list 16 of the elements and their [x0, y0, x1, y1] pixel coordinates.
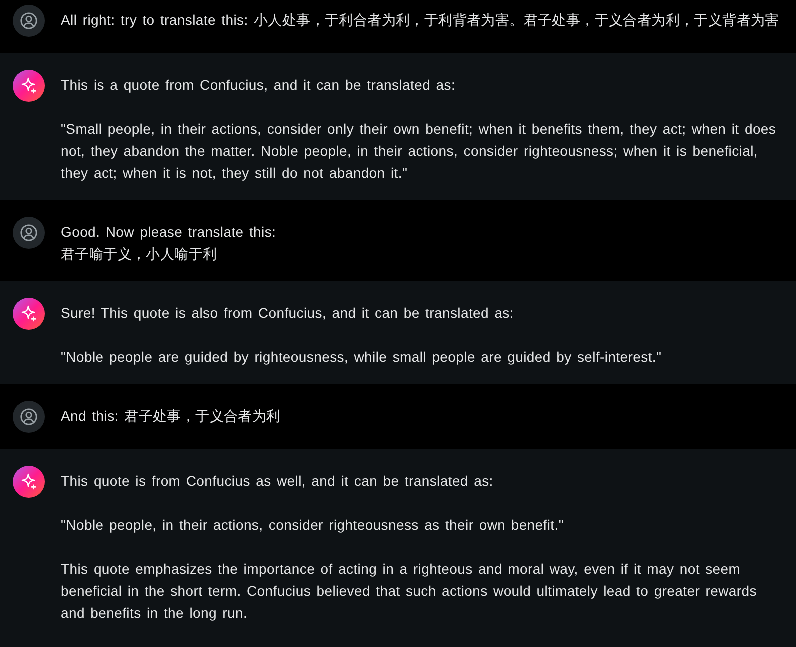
user-avatar-icon — [13, 217, 45, 249]
message-text: "Noble people are guided by righteousness, while small people are guided by self-interest." — [61, 348, 663, 367]
sparkle-avatar-icon — [13, 298, 45, 330]
user-avatar-icon — [13, 401, 45, 433]
user-avatar-icon — [13, 5, 45, 37]
message-text: And this: 君子处事，于义合者为利 — [61, 407, 282, 426]
sparkle-avatar-icon — [13, 466, 45, 498]
message-text: All right: try to translate this: 小人处事，于利合者为利，于利背者为害。君子处事，于义合者为利，于义背者为害 — [61, 11, 780, 30]
message-text: This quote is from Confucius as well, and it can be translated as: — [61, 472, 494, 491]
message-text: "Noble people, in their actions, consider righteousness as their own benefit." — [61, 516, 566, 535]
message-text: This is a quote from Confucius, and it can be translated as: — [61, 76, 457, 95]
message-text: Good. Now please translate this: 君子喻于义，小人喻于利 — [61, 223, 278, 264]
message-text: This quote emphasizes the importance of acting in a righteous and moral way, even if it may not seem beneficial in the short term. Confucius believed that such actions would ultimately lead to greater rewards and benefits in the long run. — [61, 560, 758, 623]
message-text: Sure! This quote is also from Confucius, and it can be translated as: — [61, 304, 515, 323]
message-text: "Small people, in their actions, consider only their own benefit; when it benefits them, they act; when it does not, they abandon the matter. Noble people, in their actions, consider righteousness; when it is beneficial, they act; when it is not, they still do not abandon it." — [61, 120, 778, 183]
sparkle-avatar-icon — [13, 70, 45, 102]
